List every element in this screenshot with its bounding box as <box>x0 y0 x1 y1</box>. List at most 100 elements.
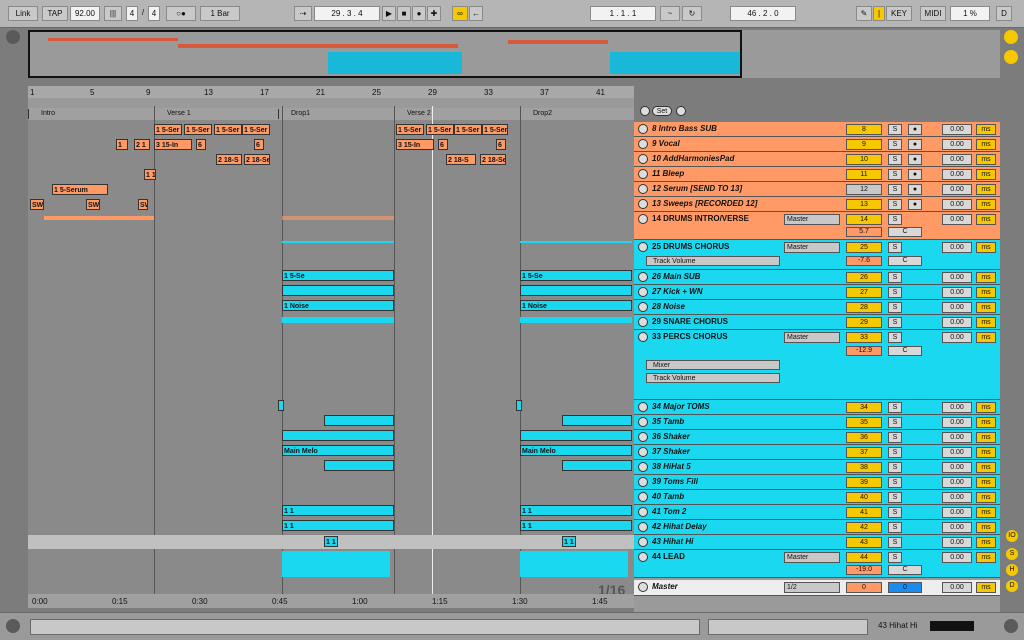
clip-hihat-hi[interactable]: 1 1 <box>324 536 338 547</box>
delay-value[interactable]: 0.00 <box>942 477 972 488</box>
track-pan[interactable]: C <box>888 256 922 266</box>
track-header[interactable]: 38 HiHat 5 38 S 0.00 ms <box>634 460 1000 475</box>
collapse-icon[interactable] <box>6 30 20 44</box>
clip[interactable]: 1 1 <box>144 169 156 180</box>
clip-tom-2[interactable]: 1 1 <box>520 505 632 516</box>
delay-value[interactable]: 0.00 <box>942 332 972 343</box>
track-number[interactable]: 29 <box>846 317 882 328</box>
track-number[interactable]: 10 <box>846 154 882 165</box>
solo-button[interactable]: S <box>888 139 902 150</box>
solo-button[interactable]: S <box>888 214 902 225</box>
track-number[interactable]: 12 <box>846 184 882 195</box>
drums-intro-group-clips[interactable] <box>282 216 394 220</box>
track-name[interactable]: 11 Bleep <box>636 167 782 181</box>
track-header[interactable]: 27 Kick + WN 27 S 0.00 ms <box>634 285 1000 300</box>
track-name[interactable]: 13 Sweeps [RECORDED 12] <box>636 197 782 211</box>
ms-button[interactable]: ms <box>976 199 996 210</box>
delay-value[interactable]: 0.00 <box>942 139 972 150</box>
solo-button[interactable]: S <box>888 332 902 343</box>
clip-main-sub[interactable]: 1 5-Se <box>282 270 394 281</box>
ms-button[interactable]: ms <box>976 417 996 428</box>
clip-major-toms[interactable] <box>516 400 522 411</box>
clip-hihat-hi[interactable]: 1 1 <box>562 536 576 547</box>
clip-kick[interactable] <box>282 285 394 296</box>
track-name[interactable]: 9 Vocal <box>636 137 782 151</box>
track-name[interactable]: 44 LEAD <box>636 550 782 577</box>
solo-button[interactable]: S <box>888 154 902 165</box>
group-track-header[interactable]: 44 LEAD Master 44 S 0.00 ms -19.0 C <box>634 550 1000 578</box>
clip[interactable]: SW <box>86 199 100 210</box>
track-header[interactable]: 42 Hihat Delay 42 S 0.00 ms <box>634 520 1000 535</box>
track-number[interactable]: 8 <box>846 124 882 135</box>
track-volume[interactable]: -19.0 <box>846 565 882 575</box>
record-icon[interactable]: ● <box>412 6 426 21</box>
ms-button[interactable]: ms <box>976 492 996 503</box>
track-header-selected[interactable]: 43 Hihat Hi 43 S 0.00 ms <box>634 535 1000 550</box>
track-name[interactable]: 43 Hihat Hi <box>636 535 782 549</box>
track-number[interactable]: 27 <box>846 287 882 298</box>
track-name[interactable]: 12 Serum [SEND TO 13] <box>636 182 782 196</box>
track-header[interactable]: 40 Tamb 40 S 0.00 ms <box>634 490 1000 505</box>
ms-button[interactable]: ms <box>976 214 996 225</box>
set-button[interactable]: Set <box>652 106 672 116</box>
clip[interactable]: 3 15-In <box>396 139 434 150</box>
loop-icon[interactable]: ↻ <box>682 6 702 21</box>
master-pan[interactable]: 0 <box>888 582 922 593</box>
track-header[interactable]: 8 Intro Bass SUB 8 S ● 0.00 ms <box>634 122 1000 137</box>
clip-tamb[interactable] <box>324 415 394 426</box>
ms-button[interactable]: ms <box>976 477 996 488</box>
track-name[interactable]: 41 Tom 2 <box>636 505 782 519</box>
solo-button[interactable]: S <box>888 447 902 458</box>
clip[interactable]: SW <box>30 199 44 210</box>
track-name[interactable]: Master <box>636 580 782 595</box>
clip-hihat-5[interactable] <box>324 460 394 471</box>
ms-button[interactable]: ms <box>976 272 996 283</box>
master-track-header[interactable]: Master 1/2 0 0 0.00 ms <box>634 580 1000 596</box>
track-volume[interactable]: 5.7 <box>846 227 882 237</box>
track-pan[interactable]: C <box>888 565 922 575</box>
ms-button[interactable]: ms <box>976 507 996 518</box>
ms-button[interactable]: ms <box>976 124 996 135</box>
ms-button[interactable]: ms <box>976 537 996 548</box>
track-number[interactable]: 26 <box>846 272 882 283</box>
ms-button[interactable]: ms <box>976 169 996 180</box>
arm-button[interactable]: ● <box>908 169 922 180</box>
track-volume[interactable]: -12.9 <box>846 346 882 356</box>
delay-value[interactable]: 0.00 <box>942 302 972 313</box>
delay-value[interactable]: 0.00 <box>942 184 972 195</box>
track-name[interactable]: 40 Tamb <box>636 490 782 504</box>
ms-button[interactable]: ms <box>976 184 996 195</box>
delay-icon[interactable]: D <box>1006 580 1018 592</box>
clip[interactable]: 1 5-Ser <box>214 124 242 135</box>
track-number[interactable]: 25 <box>846 242 882 253</box>
track-number[interactable]: 36 <box>846 432 882 443</box>
arrangement-view[interactable]: 1 5 9 13 17 21 25 29 33 37 41 Intro Vers… <box>28 86 634 606</box>
locator-intro[interactable]: Intro <box>28 109 55 119</box>
clip[interactable]: 1 5-Ser <box>242 124 270 135</box>
delay-value[interactable]: 0.00 <box>942 317 972 328</box>
clip[interactable]: 2 18-S <box>446 154 476 165</box>
key-button[interactable]: KEY <box>886 6 912 21</box>
clip[interactable]: 1 5-Serum <box>52 184 108 195</box>
group-track-header[interactable]: 25 DRUMS CHORUS Master 25 S 0.00 ms Trac… <box>634 240 1000 270</box>
snare-group-clips[interactable] <box>282 317 394 323</box>
ms-button[interactable]: ms <box>976 582 996 593</box>
track-number[interactable]: 33 <box>846 332 882 343</box>
master-volume[interactable]: 0 <box>846 582 882 593</box>
track-header[interactable]: 10 AddHarmoniesPad 10 S ● 0.00 ms <box>634 152 1000 167</box>
info-view-icon[interactable] <box>6 619 20 633</box>
ms-button[interactable]: ms <box>976 462 996 473</box>
quantize-menu[interactable]: 1 Bar <box>200 6 240 21</box>
signature-numerator[interactable]: 4 <box>126 6 138 21</box>
io-toggle-icon[interactable] <box>1004 50 1018 64</box>
delay-value[interactable]: 0.00 <box>942 582 972 593</box>
track-pan[interactable]: C <box>888 346 922 356</box>
solo-button[interactable]: S <box>888 242 902 253</box>
ms-button[interactable]: ms <box>976 154 996 165</box>
locator-verse-1[interactable]: Verse 1 <box>154 109 191 119</box>
delay-value[interactable]: 0.00 <box>942 287 972 298</box>
track-number[interactable]: 39 <box>846 477 882 488</box>
clip[interactable]: 2 18-Se <box>480 154 506 165</box>
locator-verse-2[interactable]: Verse 2 <box>394 109 431 119</box>
clip-major-toms[interactable] <box>278 400 284 411</box>
